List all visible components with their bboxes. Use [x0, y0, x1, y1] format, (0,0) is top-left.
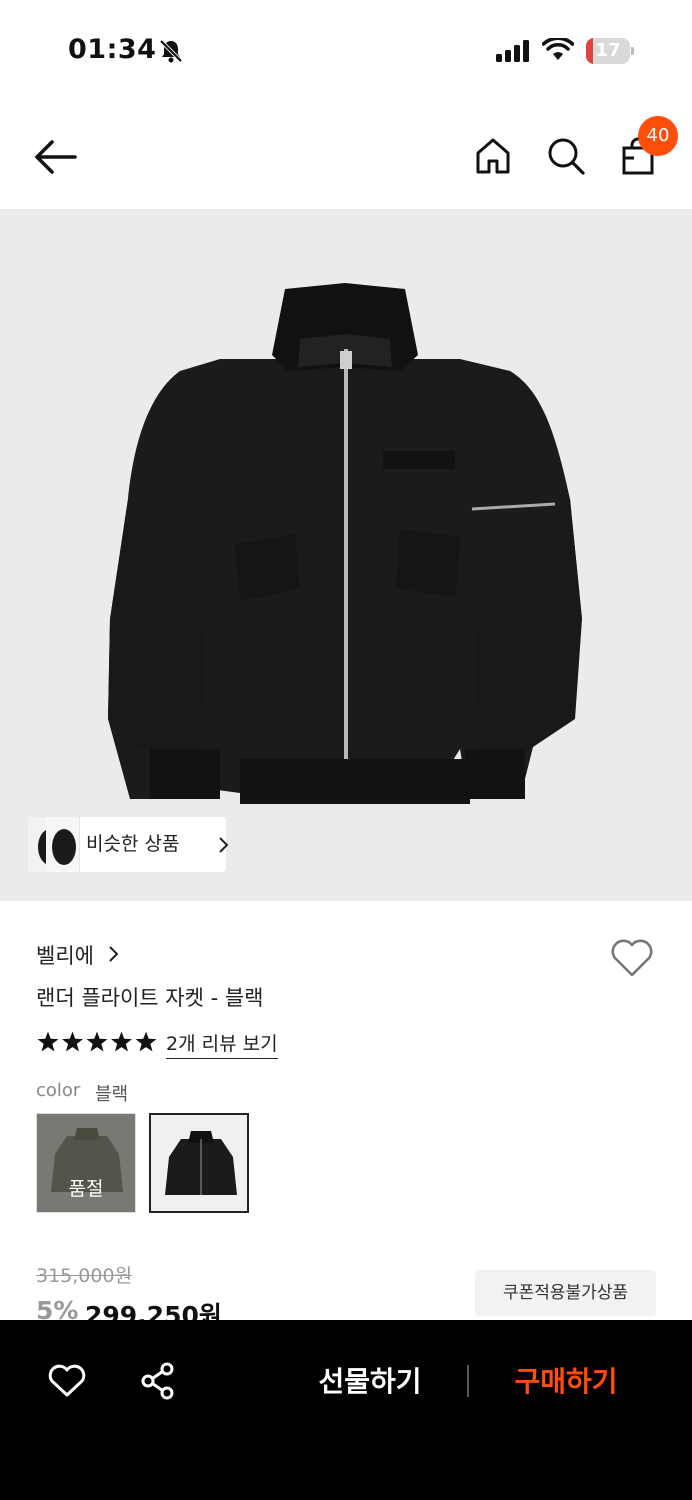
- similar-thumbnail: [46, 817, 80, 872]
- coupon-status-badge: 쿠폰적용불가상품: [475, 1270, 656, 1316]
- brand-name-link[interactable]: 벨리에: [36, 940, 94, 970]
- share-icon[interactable]: [140, 1362, 176, 1404]
- similar-products-button[interactable]: 비슷한 상품: [28, 817, 229, 872]
- similar-products-label: 비슷한 상품: [86, 833, 180, 855]
- soldout-label: 품절: [68, 1178, 104, 1200]
- cart-count-badge: 40: [638, 116, 678, 156]
- wifi-icon: [541, 36, 575, 66]
- selected-color-value: 블랙: [95, 1084, 129, 1105]
- gift-button[interactable]: 선물하기: [300, 1360, 440, 1404]
- wishlist-heart-icon[interactable]: [48, 1364, 86, 1402]
- battery-level: 17: [595, 40, 621, 61]
- star-icon: [37, 1031, 59, 1052]
- star-icon: [111, 1031, 132, 1052]
- clock: 01:34: [68, 34, 157, 65]
- home-icon[interactable]: [473, 136, 513, 180]
- star-icon: [86, 1031, 108, 1052]
- status-bar: 01:34 17: [0, 0, 692, 100]
- black-jacket-image: [108, 283, 582, 804]
- back-arrow-icon[interactable]: [34, 138, 78, 180]
- review-link[interactable]: 2개 리뷰 보기: [166, 1029, 278, 1059]
- color-swatch-black[interactable]: [149, 1113, 249, 1213]
- silent-bell-icon: [158, 38, 184, 68]
- wishlist-heart-icon[interactable]: [610, 938, 654, 982]
- search-icon[interactable]: [546, 136, 586, 180]
- buy-button[interactable]: 구매하기: [496, 1360, 636, 1404]
- chevron-right-icon: [218, 836, 230, 858]
- chevron-right-icon: [108, 945, 120, 967]
- product-title: 랜더 플라이트 자켓 - 블랙: [36, 986, 264, 1010]
- color-option-label: color: [36, 1080, 81, 1101]
- cellular-signal-icon: [496, 40, 532, 66]
- color-swatch-khaki[interactable]: 품절: [36, 1113, 136, 1213]
- divider: [467, 1365, 469, 1397]
- rating-stars: [36, 1030, 160, 1058]
- star-icon: [135, 1031, 157, 1052]
- original-price: 315,000원: [36, 1265, 133, 1287]
- battery-icon: 17: [586, 38, 634, 64]
- product-image[interactable]: [0, 209, 692, 901]
- bottom-action-bar: 선물하기 구매하기: [0, 1320, 692, 1500]
- star-icon: [62, 1031, 83, 1052]
